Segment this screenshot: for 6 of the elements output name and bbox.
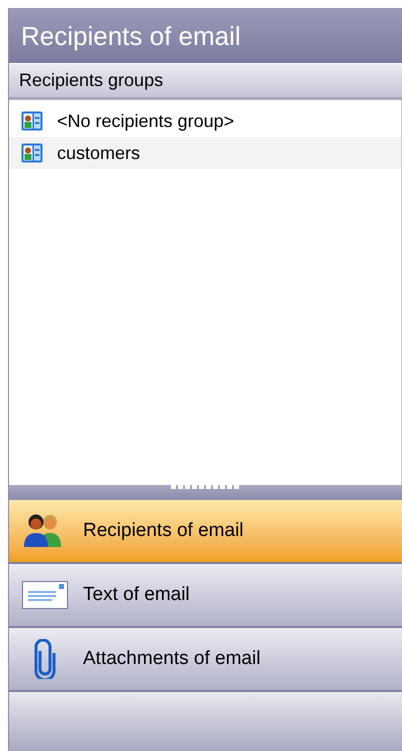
group-item[interactable]: customers [9,137,401,169]
nav-tab[interactable]: Text of email [9,564,402,628]
panel-title: Recipients of email [21,22,241,48]
section-header-text: Recipients groups [19,69,164,92]
nav-tab[interactable]: Attachments of email [9,628,402,692]
nav-tab[interactable]: Recipients of email [9,500,402,564]
